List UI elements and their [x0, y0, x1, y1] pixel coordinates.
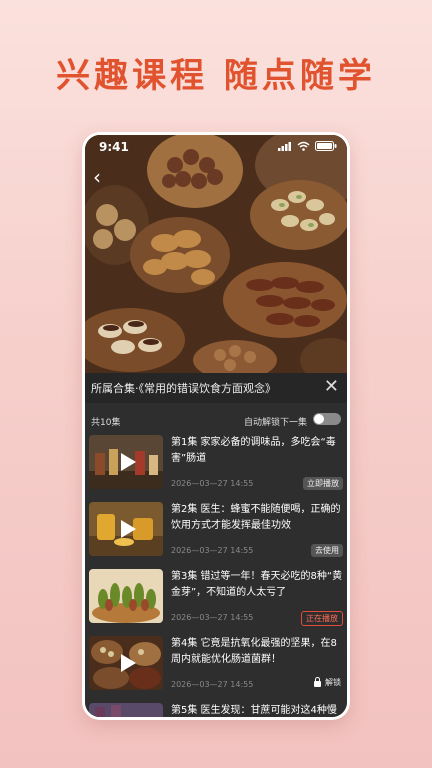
- video-player[interactable]: 9:41 ‹: [85, 135, 347, 373]
- close-icon[interactable]: ✕: [324, 376, 339, 397]
- episode-count: 共10集: [91, 418, 121, 428]
- use-button[interactable]: 去使用: [311, 544, 343, 557]
- episode-date: 2026—03—27 14:55: [171, 546, 254, 555]
- play-icon: [121, 453, 136, 471]
- status-time: 9:41: [99, 140, 129, 154]
- play-icon: [121, 520, 136, 538]
- play-icon: [121, 654, 136, 672]
- episode-thumbnail[interactable]: [89, 636, 163, 690]
- episode-date: 2026—03—27 14:55: [171, 613, 254, 622]
- thumb-sugarcane-image: [89, 703, 163, 717]
- battery-icon: [315, 141, 337, 151]
- episode-thumbnail[interactable]: [89, 502, 163, 556]
- panel-header: 所属合集·《常用的错误饮食方面观念》 ✕: [85, 373, 347, 403]
- episode-item-4[interactable]: 第4集 它竟是抗氧化最强的坚果，在8周内就能优化肠道菌群！ 2026—03—27…: [85, 636, 347, 698]
- unlock-label: 解锁: [325, 678, 341, 687]
- status-bar: 9:41: [85, 135, 347, 159]
- episode-thumbnail[interactable]: [89, 569, 163, 623]
- phone-mockup: 9:41 ‹ 所属合集·《常用的错误饮食方面观念》 ✕ 共10集 自动解锁下一集…: [82, 132, 350, 720]
- episode-title: 第5集 医生发现：甘蔗可能对这4种慢: [171, 705, 337, 716]
- play-now-button[interactable]: 立即播放: [303, 477, 343, 490]
- status-icons: [278, 141, 337, 151]
- collection-title: 所属合集·《常用的错误饮食方面观念》: [91, 382, 276, 395]
- episode-thumbnail[interactable]: [89, 703, 163, 717]
- episode-item-3[interactable]: 第3集 错过等一年！春天必吃的8种“黄金芽”，不知道的人太亏了 2026—03—…: [85, 569, 347, 631]
- phone-screen: 9:41 ‹ 所属合集·《常用的错误饮食方面观念》 ✕ 共10集 自动解锁下一集…: [85, 135, 347, 717]
- episode-item-1[interactable]: 第1集 家家必备的调味品，多吃会“毒害”肠道 2026—03—27 14:55 …: [85, 435, 347, 497]
- unlock-button[interactable]: 解锁: [314, 677, 341, 688]
- lock-icon: [314, 677, 321, 687]
- autoplay-toggle[interactable]: [313, 413, 341, 425]
- back-arrow-icon[interactable]: ‹: [93, 165, 101, 189]
- episode-date: 2026—03—27 14:55: [171, 680, 254, 689]
- now-playing-badge: 正在播放: [301, 611, 343, 626]
- episode-date: 2026—03—27 14:55: [171, 479, 254, 488]
- episode-title: 第2集 医生：蜂蜜不能随便喝，正确的饮用方式才能发挥最佳功效: [171, 504, 341, 531]
- episode-thumbnail[interactable]: [89, 435, 163, 489]
- episode-panel: 所属合集·《常用的错误饮食方面观念》 ✕ 共10集 自动解锁下一集 第1集 家家…: [85, 373, 347, 717]
- episode-item-5[interactable]: 第5集 医生发现：甘蔗可能对这4种慢: [85, 703, 347, 717]
- signal-icon: [278, 142, 291, 151]
- wifi-icon: [297, 141, 310, 151]
- thumb-sprouts-image: [89, 569, 163, 623]
- episode-title: 第4集 它竟是抗氧化最强的坚果，在8周内就能优化肠道菌群！: [171, 638, 337, 665]
- episode-title: 第3集 错过等一年！春天必吃的8种“黄金芽”，不知道的人太亏了: [171, 571, 343, 598]
- toggle-knob: [314, 414, 324, 424]
- episode-item-2[interactable]: 第2集 医生：蜂蜜不能随便喝，正确的饮用方式才能发挥最佳功效 2026—03—2…: [85, 502, 347, 564]
- autoplay-label: 自动解锁下一集: [243, 418, 307, 428]
- nuts-video-frame: [85, 135, 347, 373]
- episode-title: 第1集 家家必备的调味品，多吃会“毒害”肠道: [171, 437, 336, 464]
- promo-headline: 兴趣课程 随点随学: [56, 56, 376, 96]
